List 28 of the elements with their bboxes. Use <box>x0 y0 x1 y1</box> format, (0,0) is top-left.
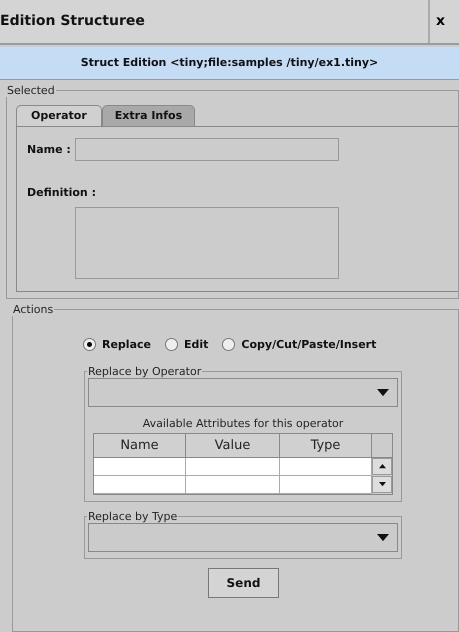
name-field[interactable] <box>74 138 339 161</box>
column-header[interactable]: Name <box>94 434 186 458</box>
column-header[interactable]: Type <box>280 434 372 458</box>
tab[interactable]: Operator <box>16 104 102 126</box>
table-caption: Available Attributes for this operator <box>142 417 344 430</box>
up-arrow-icon <box>378 464 386 469</box>
group-label: Replace by Operator <box>87 365 202 378</box>
type-dropdown[interactable] <box>88 523 398 552</box>
group-label: Selected <box>6 84 56 97</box>
down-arrow-icon <box>378 482 386 487</box>
caret-icon <box>377 388 389 396</box>
group-label: Actions <box>12 303 54 316</box>
radio-option[interactable]: Replace <box>83 338 151 352</box>
send-button[interactable]: Send <box>208 568 279 598</box>
column-header[interactable]: Value <box>186 434 280 458</box>
radio-option[interactable]: Copy/Cut/Paste/Insert <box>222 338 376 352</box>
window-title: Edition Structuree <box>0 12 146 32</box>
header-banner: Struct Edition <tiny;file:samples /tiny/ex1.tiny> <box>0 46 459 80</box>
field-label: Name : <box>27 142 71 156</box>
tab[interactable]: Extra Infos <box>102 104 196 126</box>
scroll-up-button[interactable] <box>372 458 392 476</box>
group-label: Replace by Type <box>87 510 178 524</box>
field-label: Definition : <box>27 186 97 199</box>
operator-dropdown[interactable] <box>88 378 398 408</box>
scroll-down-button[interactable] <box>372 476 392 494</box>
caret-icon <box>377 534 389 542</box>
definition-field[interactable] <box>75 206 339 279</box>
radio-option[interactable]: Edit <box>164 338 208 352</box>
